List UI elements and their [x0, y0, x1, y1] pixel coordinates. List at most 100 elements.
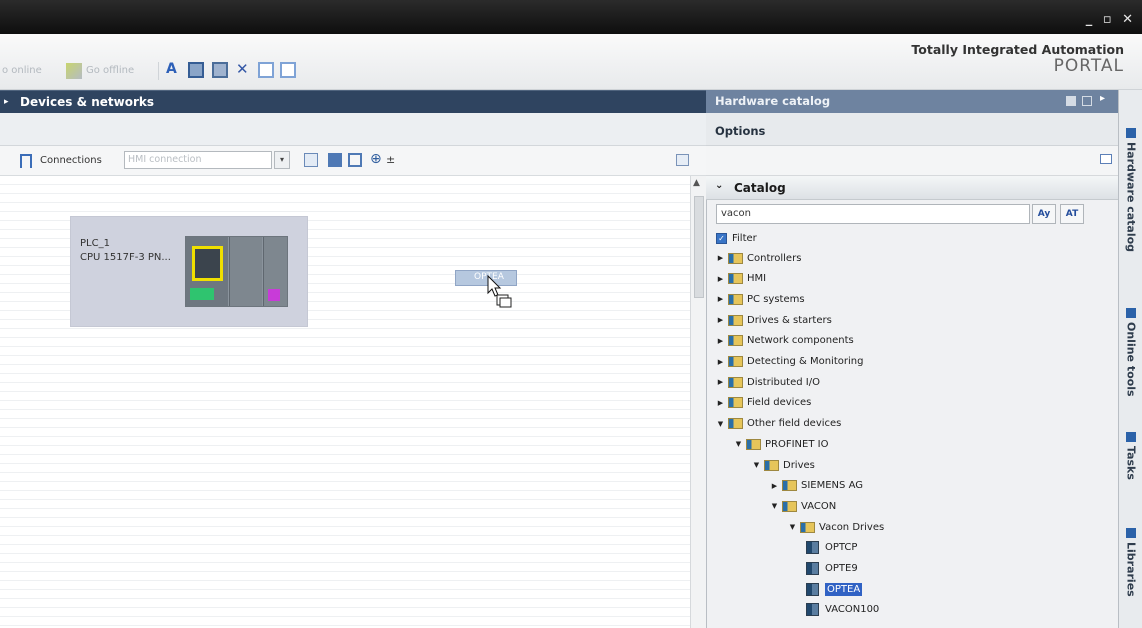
- collapsed-arrow-icon[interactable]: ▶: [716, 295, 725, 303]
- tab-online-tools[interactable]: Online tools: [1121, 302, 1141, 403]
- tab-libraries[interactable]: Libraries: [1121, 522, 1141, 603]
- connections-icon[interactable]: [20, 154, 32, 168]
- connections-label[interactable]: Connections: [40, 155, 102, 166]
- tree-item[interactable]: OPTCP: [806, 538, 857, 558]
- catalog-label: Catalog: [734, 181, 786, 195]
- tree-item[interactable]: OPTE9: [806, 559, 858, 579]
- tree-item[interactable]: ▶ Network components: [716, 331, 854, 351]
- tree-item[interactable]: ▶ PC systems: [716, 289, 805, 309]
- options-expand-icon[interactable]: [1100, 154, 1112, 164]
- tree-item[interactable]: ▶ Drives & starters: [716, 310, 832, 330]
- folder-icon: [746, 438, 761, 450]
- expanded-arrow-icon[interactable]: ▼: [734, 440, 743, 448]
- device-icon: [806, 582, 819, 596]
- collapsed-arrow-icon[interactable]: ▶: [716, 254, 725, 262]
- expanded-arrow-icon[interactable]: ▼: [788, 523, 797, 531]
- tree-item-label: Vacon Drives: [819, 521, 885, 533]
- tree-item[interactable]: ▶ HMI: [716, 269, 766, 289]
- plc-name: PLC_1: [80, 238, 110, 249]
- collapsed-arrow-icon[interactable]: ▶: [716, 337, 725, 345]
- tree-item-label: Network components: [747, 335, 854, 347]
- network-view-icon[interactable]: [304, 153, 318, 167]
- tab-hardware-catalog[interactable]: Hardware catalog: [1121, 122, 1141, 258]
- tree-item[interactable]: ▶ SIEMENS AG: [770, 476, 863, 496]
- zoom-toggle-icon[interactable]: ±: [386, 153, 395, 166]
- split-horizontal-icon[interactable]: [258, 62, 274, 78]
- collapsed-arrow-icon[interactable]: ▶: [716, 358, 725, 366]
- font-icon[interactable]: A: [166, 61, 182, 77]
- editor-header: ▸ Devices & networks: [0, 90, 706, 113]
- split-vertical-icon[interactable]: [280, 62, 296, 78]
- expanded-arrow-icon[interactable]: ▼: [752, 461, 761, 469]
- tree-item[interactable]: VACON100: [806, 600, 879, 620]
- tree-item-label: Field devices: [747, 397, 812, 409]
- editor-title: Devices & networks: [20, 95, 155, 109]
- plc-type: CPU 1517F-3 PN...: [80, 252, 171, 263]
- tree-item[interactable]: ▼ PROFINET IO: [734, 434, 828, 454]
- folder-icon: [728, 293, 743, 305]
- go-online-button[interactable]: o online: [2, 65, 42, 76]
- scroll-up-icon[interactable]: ▲: [693, 178, 700, 188]
- collapsed-arrow-icon[interactable]: ▶: [716, 399, 725, 407]
- tree-item[interactable]: ▶ Detecting & Monitoring: [716, 352, 863, 372]
- tree-item[interactable]: ▼ VACON: [770, 496, 836, 516]
- tree-item-label: PC systems: [747, 293, 805, 305]
- go-offline-button[interactable]: Go offline: [86, 65, 134, 76]
- scrollbar-thumb[interactable]: [694, 196, 704, 298]
- breadcrumb-arrow-icon: ▸: [4, 97, 9, 107]
- options-section[interactable]: Options: [706, 113, 1118, 146]
- network-overview-icon[interactable]: [328, 153, 342, 167]
- options-body: [706, 146, 1118, 176]
- device-icon: [806, 541, 819, 555]
- folder-icon: [728, 418, 743, 430]
- panel-toggle-icon[interactable]: [676, 154, 689, 166]
- collapsed-arrow-icon[interactable]: ▶: [716, 378, 725, 386]
- collapsed-arrow-icon[interactable]: ▶: [716, 316, 725, 324]
- tree-item-label: Other field devices: [747, 418, 842, 430]
- tree-item[interactable]: ▶ Distributed I/O: [716, 372, 820, 392]
- float-panel-icon[interactable]: [1066, 96, 1076, 106]
- tab-tasks[interactable]: Tasks: [1121, 426, 1141, 486]
- accessible-devices-icon[interactable]: [188, 62, 204, 78]
- tree-item[interactable]: ▼ Other field devices: [716, 414, 841, 434]
- table-view-icon[interactable]: [348, 153, 362, 167]
- connection-type-select[interactable]: HMI connection: [124, 151, 272, 169]
- tree-item[interactable]: ▶ Controllers: [716, 248, 801, 268]
- toolbar-separator: [158, 62, 159, 80]
- checkbox-checked-icon[interactable]: ✓: [716, 232, 727, 244]
- tree-item[interactable]: ▶ Field devices: [716, 393, 811, 413]
- tree-item[interactable]: ▼ Drives: [752, 455, 815, 475]
- collapsed-arrow-icon[interactable]: ▶: [716, 275, 725, 283]
- filter-checkbox-row[interactable]: ✓ Filter: [716, 228, 757, 248]
- tree-item-label: Drives & starters: [747, 314, 832, 326]
- catalog-icon: [1126, 128, 1136, 138]
- cross-reference-icon[interactable]: [212, 62, 228, 78]
- folder-icon: [728, 376, 743, 388]
- expanded-arrow-icon[interactable]: ▼: [770, 502, 779, 510]
- minimize-panel-icon[interactable]: [1082, 96, 1092, 106]
- tree-item-label: Drives: [783, 459, 815, 471]
- search-up-button[interactable]: AT: [1060, 204, 1084, 224]
- io-module[interactable]: [229, 237, 262, 306]
- tree-item[interactable]: ▼ Vacon Drives: [788, 517, 884, 537]
- tree-item-label: VACON100: [825, 604, 880, 616]
- window-controls[interactable]: _ ▫ ✕: [1086, 12, 1136, 27]
- expanded-arrow-icon[interactable]: ▼: [716, 420, 725, 428]
- canvas-scrollbar[interactable]: ▲: [690, 176, 706, 628]
- title-bar: _ ▫ ✕: [0, 0, 1142, 34]
- delete-icon[interactable]: ✕: [236, 60, 252, 78]
- chevron-down-icon[interactable]: ⌄: [715, 180, 723, 191]
- zoom-icon[interactable]: ⊕: [370, 151, 382, 167]
- tree-item[interactable]: OPTEA: [806, 579, 863, 599]
- tia-portal-branding: Totally Integrated Automation PORTAL: [911, 42, 1124, 76]
- catalog-search-input[interactable]: vacon: [716, 204, 1030, 224]
- collapse-panel-icon[interactable]: ▸: [1100, 93, 1105, 104]
- folder-icon: [728, 397, 743, 409]
- catalog-section-header[interactable]: ⌄ Catalog: [706, 176, 1118, 200]
- search-down-button[interactable]: Ay: [1032, 204, 1056, 224]
- filter-label: Filter: [732, 232, 757, 244]
- chevron-down-icon[interactable]: ▾: [274, 151, 290, 169]
- tasks-icon: [1126, 432, 1136, 442]
- collapsed-arrow-icon[interactable]: ▶: [770, 482, 779, 490]
- main-toolbar: o online Go offline A ✕ Totally Integrat…: [0, 34, 1142, 90]
